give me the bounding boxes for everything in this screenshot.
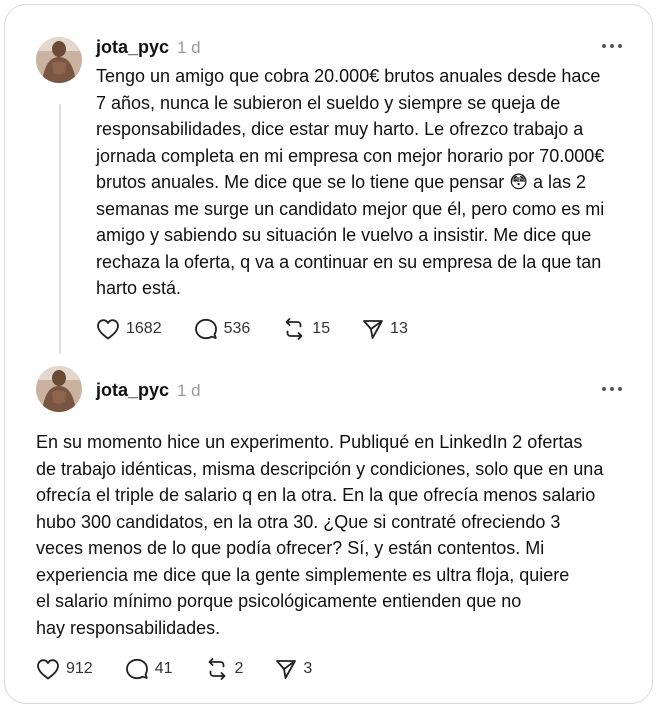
avatar[interactable] xyxy=(36,366,82,412)
heart-icon xyxy=(97,319,119,340)
like-count: 912 xyxy=(66,660,93,677)
avatar-image xyxy=(36,37,82,83)
like-button[interactable]: 1682 xyxy=(96,318,162,340)
avatar[interactable] xyxy=(36,37,82,83)
repost-icon xyxy=(208,658,225,680)
share-count: 3 xyxy=(303,660,313,677)
post-time[interactable]: 1 d xyxy=(177,38,201,58)
post-actions: 912 41 2 3 xyxy=(36,658,312,680)
reply-button[interactable]: 41 xyxy=(125,658,173,680)
repost-button[interactable]: 2 xyxy=(205,658,244,680)
repost-button[interactable]: 15 xyxy=(282,318,330,340)
repost-count: 2 xyxy=(234,660,244,677)
comment-icon xyxy=(194,318,217,340)
send-icon xyxy=(276,660,297,679)
share-count: 13 xyxy=(390,320,408,337)
reply-count: 41 xyxy=(154,660,173,677)
like-count: 1682 xyxy=(126,320,162,337)
share-button[interactable]: 3 xyxy=(275,658,312,680)
post-actions: 1682 536 15 13 xyxy=(96,318,408,340)
share-button[interactable]: 13 xyxy=(362,318,408,340)
thread-line xyxy=(59,104,61,354)
reply-count: 536 xyxy=(223,320,251,337)
like-button[interactable]: 912 xyxy=(36,658,93,680)
more-icon[interactable] xyxy=(602,386,622,392)
heart-icon xyxy=(37,659,59,680)
username[interactable]: jota_pyc xyxy=(96,37,169,58)
post-time[interactable]: 1 d xyxy=(177,381,201,401)
repost-icon xyxy=(285,318,303,340)
username[interactable]: jota_pyc xyxy=(96,380,169,401)
send-icon xyxy=(363,320,383,339)
comment-icon xyxy=(125,658,148,680)
reply-button[interactable]: 536 xyxy=(194,318,251,340)
post-text: Tengo un amigo que cobra 20.000€ brutos … xyxy=(96,66,605,298)
avatar-image xyxy=(36,366,82,412)
more-icon[interactable] xyxy=(602,43,622,49)
repost-count: 15 xyxy=(312,320,331,337)
post-text: En su momento hice un experimento. Publi… xyxy=(36,432,604,638)
